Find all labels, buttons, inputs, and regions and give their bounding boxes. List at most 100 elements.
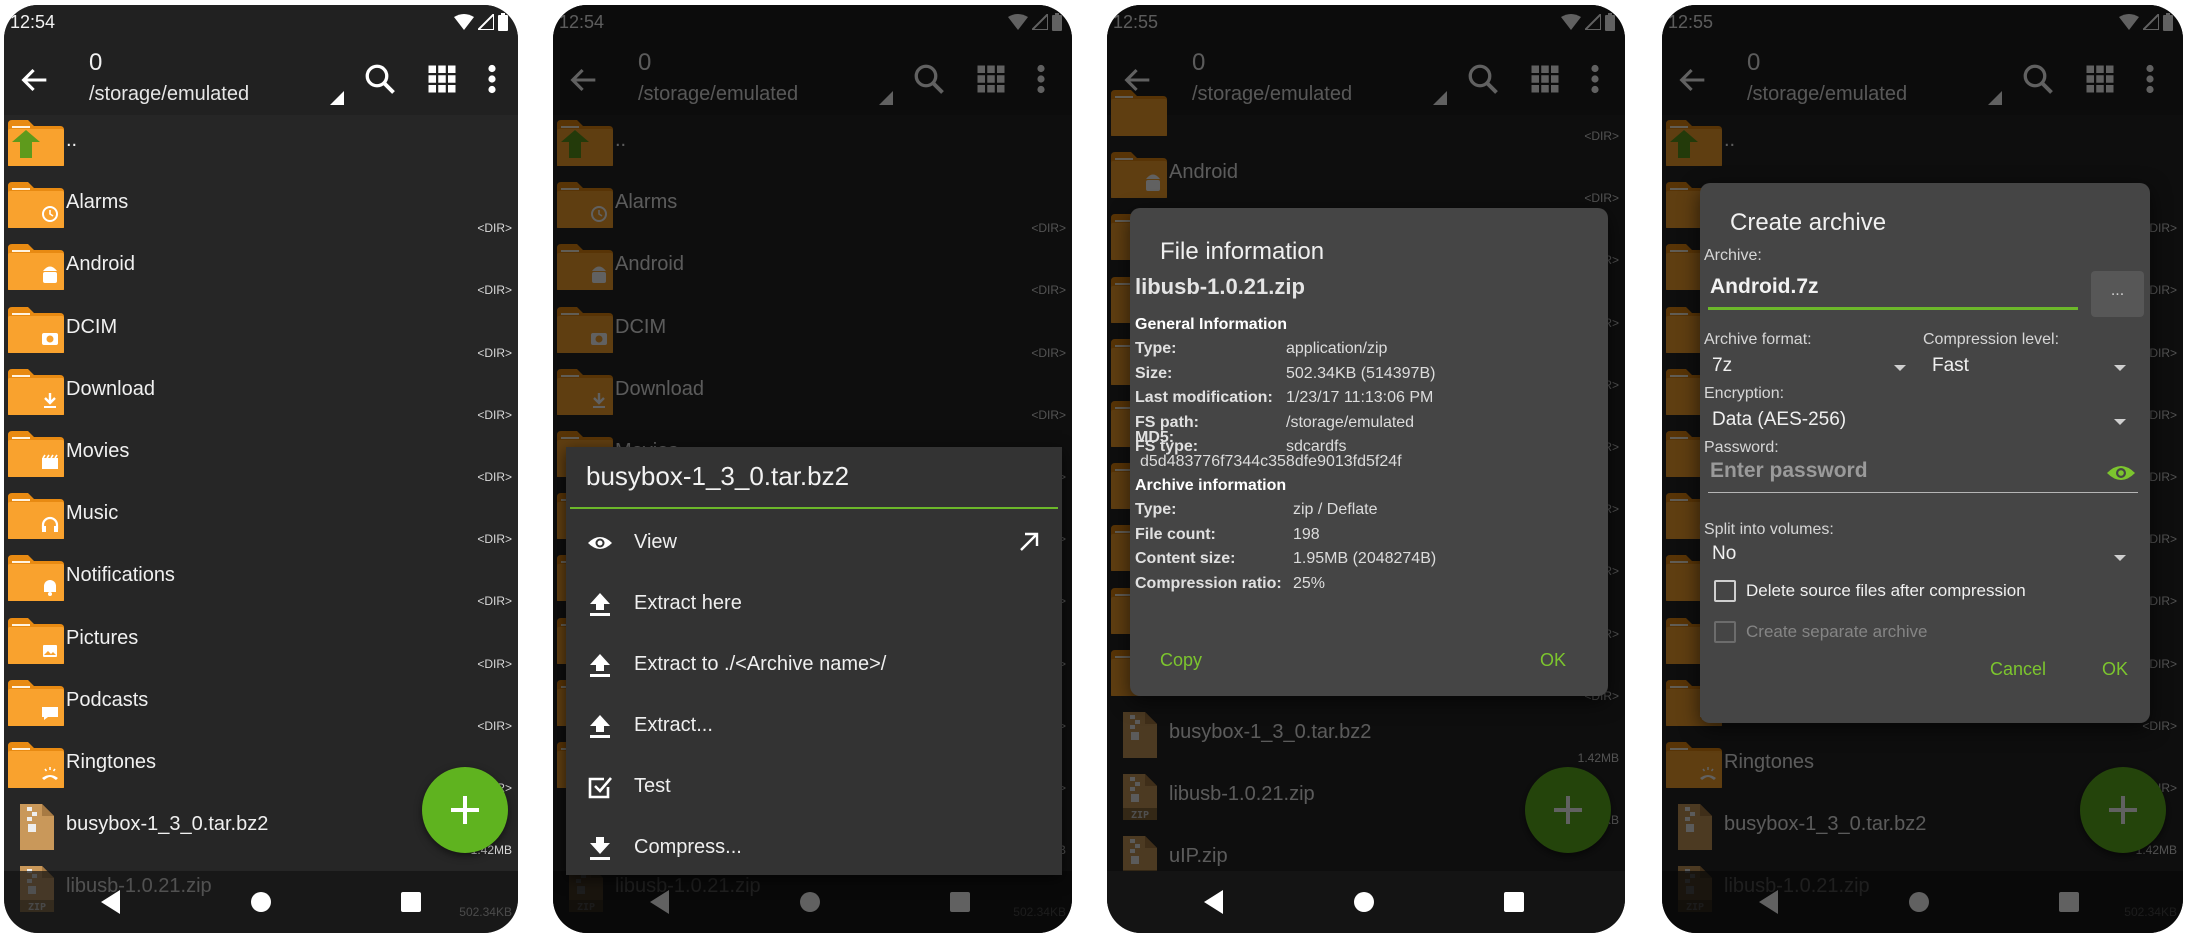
md5-value: d5d483776f7344c358dfe9013fd5f24f <box>1140 453 1402 470</box>
info-row: Last modification: 1/23/17 11:13:06 PM <box>1135 389 1598 413</box>
menu-item-view[interactable]: View <box>566 513 1062 574</box>
ok-button[interactable]: OK <box>1540 650 1566 671</box>
encryption-select[interactable]: Data (AES-256) <box>1712 409 1846 431</box>
copy-button[interactable]: Copy <box>1160 650 1202 671</box>
signal-icon <box>478 14 494 30</box>
file-size: <DIR> <box>477 469 512 484</box>
file-list-item[interactable]: DCIM <DIR> <box>4 302 518 364</box>
menu-item-label: Compress... <box>634 836 742 858</box>
screen-file-information: 12:55 0 /storage/emulated <DIR>Android<D… <box>1107 5 1625 933</box>
file-list-item[interactable]: .. <box>4 115 518 177</box>
file-name: Pictures <box>66 626 139 649</box>
chevron-down-icon[interactable] <box>2114 365 2126 371</box>
file-size: <DIR> <box>477 345 512 360</box>
info-value: 25% <box>1293 574 1326 592</box>
extract-icon <box>590 593 610 616</box>
nav-back-icon[interactable] <box>1199 887 1229 917</box>
info-key: Type: <box>1135 501 1177 518</box>
info-row: File count: 198 <box>1135 526 1598 550</box>
toolbar: 0 /storage/emulated <box>4 43 518 115</box>
password-input[interactable]: Enter password <box>1708 453 2138 493</box>
archive-format-label: Archive format: <box>1704 331 1812 348</box>
split-volumes-select[interactable]: No <box>1712 543 1736 565</box>
info-value: 1.95MB (2048274B) <box>1293 550 1437 567</box>
show-password-eye-icon[interactable] <box>2106 461 2136 485</box>
compression-level-select[interactable]: Fast <box>1932 355 1969 377</box>
password-placeholder: Enter password <box>1710 459 1868 482</box>
menu-item-extract-here[interactable]: Extract here <box>566 574 1062 635</box>
toolbar-path[interactable]: /storage/emulated <box>89 83 249 106</box>
nav-recents-icon[interactable] <box>1499 887 1529 917</box>
file-size: <DIR> <box>477 594 512 609</box>
pictures-folder-icon <box>8 617 64 664</box>
file-list-item[interactable]: Alarms <DIR> <box>4 177 518 239</box>
file-size: <DIR> <box>477 221 512 236</box>
file-name: Podcasts <box>66 688 149 711</box>
chevron-down-icon[interactable] <box>2114 419 2126 425</box>
info-key: File count: <box>1135 525 1216 543</box>
add-fab-button[interactable] <box>422 767 508 853</box>
info-key: Type: <box>1135 340 1177 357</box>
file-list-item[interactable]: Notifications <DIR> <box>4 550 518 612</box>
file-list-item[interactable]: Movies <DIR> <box>4 426 518 488</box>
split-volumes-label: Split into volumes: <box>1704 521 1834 538</box>
ok-button[interactable]: OK <box>2102 659 2128 680</box>
nav-home-icon[interactable] <box>246 887 276 917</box>
back-arrow-icon[interactable] <box>18 63 52 97</box>
info-value: 198 <box>1293 525 1320 543</box>
nav-back-icon[interactable] <box>96 887 126 917</box>
nav-bar <box>4 871 518 933</box>
grid-view-icon[interactable] <box>424 61 460 97</box>
more-options-icon[interactable] <box>482 61 502 97</box>
file-name: DCIM <box>66 315 118 338</box>
delete-source-label[interactable]: Delete source files after compression <box>1746 581 2026 601</box>
status-icons <box>454 13 508 31</box>
cancel-button[interactable]: Cancel <box>1990 659 2046 680</box>
file-name: Movies <box>66 439 130 462</box>
download-folder-icon <box>8 368 64 415</box>
menu-item-test[interactable]: Test <box>566 757 1062 818</box>
info-value: 1/23/17 11:13:06 PM <box>1286 389 1434 406</box>
archive-format-select[interactable]: 7z <box>1712 355 1732 377</box>
file-name: Notifications <box>66 564 175 587</box>
menu-item-extract[interactable]: Extract... <box>566 696 1062 757</box>
separate-archive-checkbox[interactable] <box>1714 621 1736 643</box>
nav-home-icon[interactable] <box>1349 887 1379 917</box>
music-folder-icon <box>8 493 64 540</box>
file-list-item[interactable]: Android <DIR> <box>4 239 518 301</box>
archive-name-input[interactable]: Android.7z <box>1710 275 1819 299</box>
wifi-icon <box>454 14 474 30</box>
delete-source-checkbox[interactable] <box>1714 580 1736 602</box>
extract-icon <box>590 715 610 738</box>
file-name: Ringtones <box>66 750 157 773</box>
info-row: Size: 502.34KB (514397B) <box>1135 365 1598 389</box>
archive-information-heading: Archive information <box>1135 477 1287 494</box>
archive-label: Archive: <box>1704 247 1762 264</box>
dialog-title: Create archive <box>1730 209 1887 236</box>
file-list-item[interactable]: Music <DIR> <box>4 488 518 550</box>
parent-folder-icon <box>8 120 64 166</box>
file-list-item[interactable]: Download <DIR> <box>4 364 518 426</box>
file-name: Android <box>66 253 135 276</box>
general-information-heading: General Information <box>1135 316 1288 333</box>
nav-bar <box>1107 871 1625 933</box>
chevron-down-icon[interactable] <box>1894 365 1906 371</box>
extract-icon <box>590 654 610 677</box>
file-size: <DIR> <box>477 718 512 733</box>
file-list-item[interactable]: Pictures <DIR> <box>4 613 518 675</box>
screen-create-archive: 12:55 0 /storage/emulated ..Alarms<DIR>A… <box>1662 5 2183 933</box>
search-icon[interactable] <box>362 61 398 97</box>
browse-button[interactable]: ... <box>2091 271 2144 317</box>
status-time: 12:54 <box>10 12 56 32</box>
chevron-down-icon[interactable] <box>2114 555 2126 561</box>
info-key: Size: <box>1135 364 1173 382</box>
checkbox-check-icon <box>588 777 612 799</box>
nav-recents-icon[interactable] <box>396 887 426 917</box>
open-external-icon[interactable] <box>1016 529 1042 555</box>
path-dropdown-icon[interactable] <box>330 91 344 105</box>
menu-item-compress[interactable]: Compress... <box>566 818 1062 879</box>
alarm-folder-icon <box>8 182 64 229</box>
menu-item-extract-to[interactable]: Extract to ./<Archive name>/ <box>566 635 1062 696</box>
separate-archive-label: Create separate archive <box>1746 622 1928 641</box>
file-list-item[interactable]: Podcasts <DIR> <box>4 675 518 737</box>
